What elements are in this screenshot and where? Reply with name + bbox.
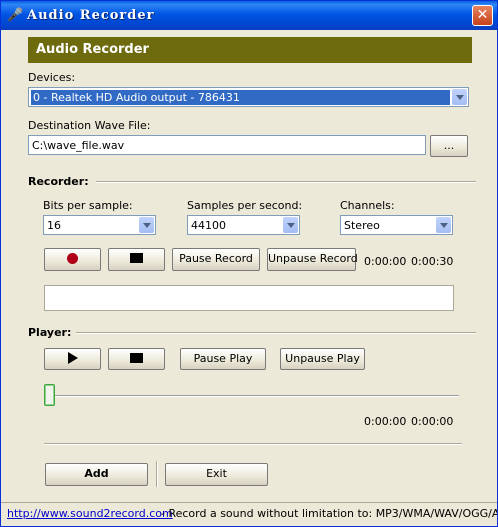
destination-file-input[interactable]: C:\wave_file.wav [28,135,426,155]
microphone-icon: 🎤 [7,8,24,23]
playback-track[interactable] [49,395,459,397]
destination-label: Destination Wave File: [28,119,151,132]
play-icon [67,352,78,364]
player-time-total: 0:00:00 [411,415,454,428]
playback-slider-thumb[interactable] [44,384,55,406]
devices-select[interactable]: 0 - Realtek HD Audio output - 786431 [28,87,469,107]
unpause-record-button[interactable]: Unpause Record [267,248,358,271]
record-icon [67,252,78,264]
add-button[interactable]: Add [45,463,148,486]
website-link[interactable]: http://www.sound2record.com [7,507,173,520]
channels-select[interactable]: Stereo [340,215,453,235]
player-section-title: Player: [28,326,78,339]
chevron-down-icon[interactable] [436,217,451,233]
recorder-divider [96,181,476,183]
channels-value: Stereo [344,219,380,232]
header-banner: Audio Recorder [28,37,472,63]
bits-per-sample-label: Bits per sample: [43,199,133,212]
footer-separator [156,461,158,487]
browse-button[interactable]: ... [430,135,468,157]
title-bar[interactable]: 🎤 Audio Recorder ✕ [1,1,497,30]
pause-record-button[interactable]: Pause Record [172,248,260,271]
status-bar: http://www.sound2record.com - Record a s… [1,502,498,526]
stop-icon [130,353,143,363]
recorder-time-elapsed: 0:00:00 [364,255,407,268]
samples-per-second-select[interactable]: 44100 [187,215,300,235]
app-window: 🎤 Audio Recorder ✕ Audio Recorder Device… [0,0,498,527]
devices-selected-value: 0 - Realtek HD Audio output - 786431 [31,90,450,105]
record-button[interactable] [44,248,101,271]
play-button[interactable] [44,348,101,370]
unpause-play-button[interactable]: Unpause Play [280,348,365,370]
chevron-down-icon[interactable] [139,217,154,233]
recorder-section-title: Recorder: [28,175,95,188]
exit-button[interactable]: Exit [165,463,268,486]
samples-per-second-label: Samples per second: [187,199,303,212]
player-divider [76,332,476,334]
header-title: Audio Recorder [36,42,149,57]
bits-per-sample-value: 16 [47,219,61,232]
recorder-time-total: 0:00:30 [411,255,454,268]
record-level-meter [44,285,454,311]
channels-label: Channels: [340,199,395,212]
status-text: - Record a sound without limitation to: … [161,507,498,520]
samples-per-second-value: 44100 [191,219,226,232]
stop-record-button[interactable] [108,248,165,271]
chevron-down-icon[interactable] [283,217,298,233]
player-time-elapsed: 0:00:00 [364,415,407,428]
chevron-down-icon[interactable] [452,89,467,105]
stop-play-button[interactable] [108,348,165,370]
destination-file-value: C:\wave_file.wav [32,139,125,152]
footer-divider [44,443,462,445]
bits-per-sample-select[interactable]: 16 [43,215,156,235]
stop-icon [130,253,143,263]
pause-play-button[interactable]: Pause Play [180,348,266,370]
close-button[interactable]: ✕ [472,5,493,26]
devices-label: Devices: [28,71,76,84]
window-title: Audio Recorder [27,8,155,23]
